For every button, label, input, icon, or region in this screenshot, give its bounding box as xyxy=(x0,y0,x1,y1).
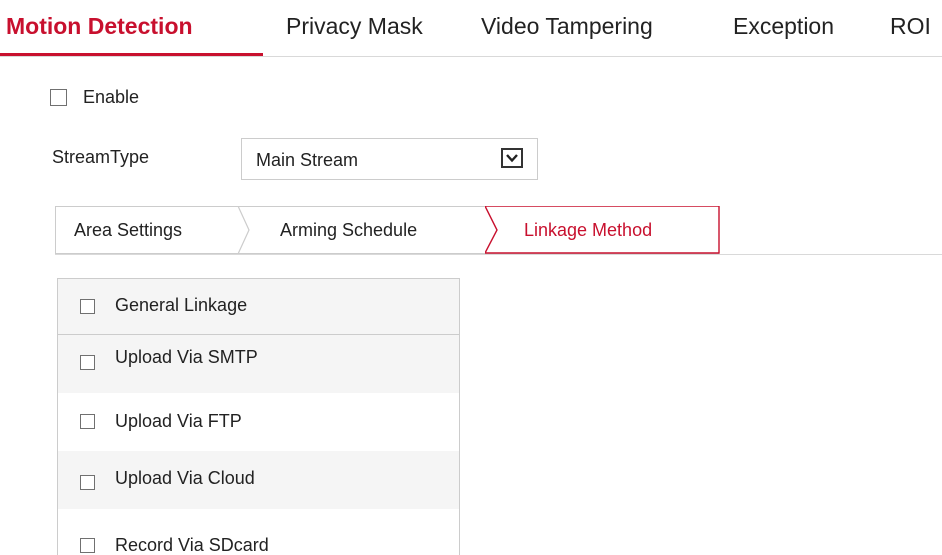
upload-ftp-checkbox[interactable] xyxy=(80,414,95,429)
general-linkage-header: General Linkage xyxy=(58,279,459,335)
tab-video-tampering[interactable]: Video Tampering xyxy=(481,11,653,41)
stream-type-label: StreamType xyxy=(52,147,150,167)
subtab-separator xyxy=(237,206,250,254)
upload-smtp-checkbox[interactable] xyxy=(80,355,95,370)
upload-cloud-checkbox[interactable] xyxy=(80,475,95,490)
chevron-down-icon[interactable] xyxy=(501,148,523,168)
active-tab-indicator xyxy=(0,53,263,56)
list-item: Upload Via SMTP xyxy=(58,335,459,393)
list-item: Upload Via Cloud xyxy=(58,451,459,509)
subtab-area-settings[interactable]: Area Settings xyxy=(74,219,182,241)
enable-row: Enable xyxy=(50,86,139,108)
subtab-linkage-method[interactable]: Linkage Method xyxy=(524,219,652,241)
tab-motion-detection[interactable]: Motion Detection xyxy=(6,11,193,41)
list-item: Record Via SDcard xyxy=(58,509,459,555)
upload-cloud-label: Upload Via Cloud xyxy=(115,468,255,488)
tab-privacy-mask[interactable]: Privacy Mask xyxy=(286,11,423,41)
general-linkage-label: General Linkage xyxy=(115,295,248,315)
tab-exception[interactable]: Exception xyxy=(733,11,834,41)
general-linkage-checkbox[interactable] xyxy=(80,299,95,314)
list-item: Upload Via FTP xyxy=(58,393,459,451)
upload-ftp-label: Upload Via FTP xyxy=(115,411,242,431)
event-tabs: Motion Detection Privacy Mask Video Tamp… xyxy=(0,0,942,57)
stream-type-select[interactable]: Main Stream xyxy=(241,138,538,180)
record-sdcard-checkbox[interactable] xyxy=(80,538,95,553)
tab-roi[interactable]: ROI xyxy=(890,11,931,41)
subtab-arming-schedule[interactable]: Arming Schedule xyxy=(280,219,417,241)
linkage-table: General Linkage Upload Via SMTP Upload V… xyxy=(57,278,460,555)
stream-type-value: Main Stream xyxy=(256,150,359,170)
record-sdcard-label: Record Via SDcard xyxy=(115,535,269,555)
motion-detection-page: Motion Detection Privacy Mask Video Tamp… xyxy=(0,0,942,555)
upload-smtp-label: Upload Via SMTP xyxy=(115,347,258,367)
linkage-subtabs: Area Settings Arming Schedule Linkage Me… xyxy=(55,206,942,255)
enable-checkbox[interactable] xyxy=(50,88,67,106)
enable-label: Enable xyxy=(83,86,140,107)
